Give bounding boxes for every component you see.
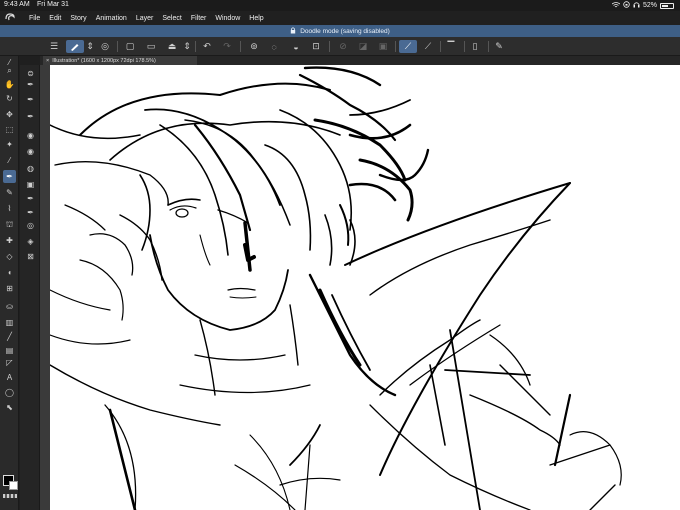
status-date: Fri Mar 31 <box>37 1 69 8</box>
status-indicators: 52% <box>611 1 674 10</box>
eraser-icon[interactable]: ◇ <box>3 250 16 263</box>
hand-icon[interactable]: ✋ <box>3 78 16 91</box>
new-canvas-icon[interactable]: ▢ <box>123 40 137 53</box>
move-icon[interactable]: ✥ <box>3 108 16 121</box>
sub-pen-mapping-icon[interactable]: ✒ <box>24 93 37 106</box>
menu-file[interactable]: File <box>29 15 40 22</box>
battery-percentage: 52% <box>642 2 657 9</box>
sub-pen-turnip-icon[interactable]: ✒ <box>24 110 37 123</box>
selection-mask-icon[interactable]: ▣ <box>376 40 390 53</box>
ruler-tool-icon[interactable]: ◸ <box>3 356 16 369</box>
sub-calligraphy-icon[interactable]: ✒ <box>24 192 37 205</box>
canvas-tab-label: Illustration* (1600 x 1200px 72dpi 178.5… <box>52 57 156 64</box>
canvas-tab-row: × Illustration* (1600 x 1200px 72dpi 178… <box>40 56 680 65</box>
sub-pen-g-icon[interactable]: ✒ <box>24 78 37 91</box>
sub-ink-icon[interactable]: ◉ <box>24 145 37 158</box>
doodle-mode-banner: Doodle mode (saving disabled) <box>0 25 680 37</box>
fill-icon[interactable]: ◒ <box>289 40 303 53</box>
canvas-tab[interactable]: × Illustration* (1600 x 1200px 72dpi 178… <box>43 56 197 65</box>
pencil-icon[interactable]: ✎ <box>3 186 16 199</box>
grid-icon[interactable]: ⊞ <box>3 282 16 295</box>
menu-edit[interactable]: Edit <box>49 15 61 22</box>
sub-settings-icon[interactable]: ◎ <box>24 219 37 232</box>
lasso-icon[interactable]: ⊚ <box>247 40 261 53</box>
rotate-icon[interactable]: ↻ <box>3 92 16 105</box>
menu-select[interactable]: Select <box>162 15 181 22</box>
clear-icon[interactable]: ◌ <box>267 40 281 53</box>
magic-wand-icon[interactable]: ✦ <box>3 138 16 151</box>
hamburger-menu-icon[interactable]: ☰ <box>47 40 61 53</box>
airbrush-icon[interactable]: ⛫ <box>3 218 16 231</box>
export-icon[interactable]: ⏏ <box>165 40 179 53</box>
sub-round-pen-icon[interactable]: ▣ <box>24 178 37 191</box>
sub-layers-icon[interactable]: ◈ <box>24 235 37 248</box>
fill-bucket-icon[interactable]: ⛀ <box>3 300 16 313</box>
chevron-updown-icon[interactable]: ⇕ <box>183 40 191 53</box>
menu-window[interactable]: Window <box>215 15 240 22</box>
wifi-icon <box>611 1 621 10</box>
menu-bar: File Edit Story Animation Layer Select F… <box>0 11 680 25</box>
balloon-icon[interactable]: ◯ <box>3 386 16 399</box>
tool-palette: ⁄ ⌕ ✋ ↻ ✥ ⬚ ✦ ⁄ ✒ ✎ ⌇ ⛫ ✚ ◇ ◖ ⊞ ⛀ ▥ ╱ ▤ … <box>0 56 19 510</box>
gradient-icon[interactable]: ▥ <box>3 316 16 329</box>
transparent-color-swatch[interactable] <box>3 494 17 498</box>
open-folder-icon[interactable]: ▭ <box>144 40 158 53</box>
ruler-icon[interactable]: ▔ <box>444 40 458 53</box>
brush-icon[interactable]: ⌇ <box>3 202 16 215</box>
selection-icon[interactable]: ⬚ <box>3 123 16 136</box>
menu-story[interactable]: Story <box>70 15 86 22</box>
headphones-icon <box>633 1 640 10</box>
sub-tool-palette: ⊜ ✒ ✒ ✒ ◉ ◉ ◍ ▣ ✒ ✒ ◎ ◈ ⊠ <box>20 65 40 510</box>
sketch-drawing <box>50 66 622 510</box>
sub-dropper-icon[interactable]: ◍ <box>24 162 37 175</box>
transform-icon[interactable]: ⊡ <box>309 40 323 53</box>
drawing-canvas[interactable] <box>50 65 680 510</box>
stabilization-icon[interactable]: ⟋ <box>399 40 417 53</box>
lock-icon <box>290 26 296 36</box>
menu-help[interactable]: Help <box>249 15 263 22</box>
status-bar: 9:43 AM Fri Mar 31 52% <box>0 0 680 11</box>
text-icon[interactable]: A <box>3 371 16 384</box>
zoom-icon[interactable]: ⌕ <box>3 64 16 77</box>
redo-icon[interactable]: ↷ <box>220 40 234 53</box>
invert-selection-icon[interactable]: ◪ <box>356 40 370 53</box>
deselect-icon[interactable]: ⊘ <box>336 40 350 53</box>
blend-icon[interactable]: ◖ <box>3 266 16 279</box>
canvas-area[interactable] <box>40 65 680 510</box>
pen-pressure-icon[interactable]: ⟋ <box>421 40 435 53</box>
sub-marker-icon[interactable]: ◉ <box>24 129 37 142</box>
eyedropper-icon[interactable]: ⁄ <box>3 154 16 167</box>
clip-studio-icon[interactable] <box>0 13 20 23</box>
smartphone-icon[interactable]: ▯ <box>468 40 482 53</box>
close-tab-icon[interactable]: × <box>46 58 49 64</box>
chevron-updown-icon[interactable]: ⇕ <box>86 40 94 53</box>
battery-icon <box>660 2 674 9</box>
edit-memo-icon[interactable]: ✎ <box>492 40 506 53</box>
menu-layer[interactable]: Layer <box>136 15 154 22</box>
doodle-mode-text: Doodle mode (saving disabled) <box>300 27 390 35</box>
command-bar: ☰ ⇕ ◎ ▢ ▭ ⏏ ⇕ ↶ ↷ ⊚ ◌ ◒ ⊡ ⊘ ◪ ▣ ⟋ ⟋ ▔ ▯ … <box>0 37 680 56</box>
status-time: 9:43 AM <box>4 1 30 8</box>
correct-line-icon[interactable]: ⬉ <box>3 401 16 414</box>
undo-icon[interactable]: ↶ <box>200 40 214 53</box>
sub-color-swatch[interactable] <box>9 481 18 490</box>
menu-filter[interactable]: Filter <box>191 15 207 22</box>
line-icon[interactable]: ╱ <box>3 330 16 343</box>
orientation-lock-icon <box>623 1 630 10</box>
menu-animation[interactable]: Animation <box>96 15 127 22</box>
sub-brush-icon[interactable]: ✒ <box>24 206 37 219</box>
decoration-icon[interactable]: ✚ <box>3 234 16 247</box>
pen-icon[interactable]: ✒ <box>3 170 16 183</box>
sub-add-icon[interactable]: ⊠ <box>24 250 37 263</box>
brush-preset-icon[interactable]: ◎ <box>98 40 112 53</box>
tool-settings-button[interactable] <box>66 40 84 53</box>
